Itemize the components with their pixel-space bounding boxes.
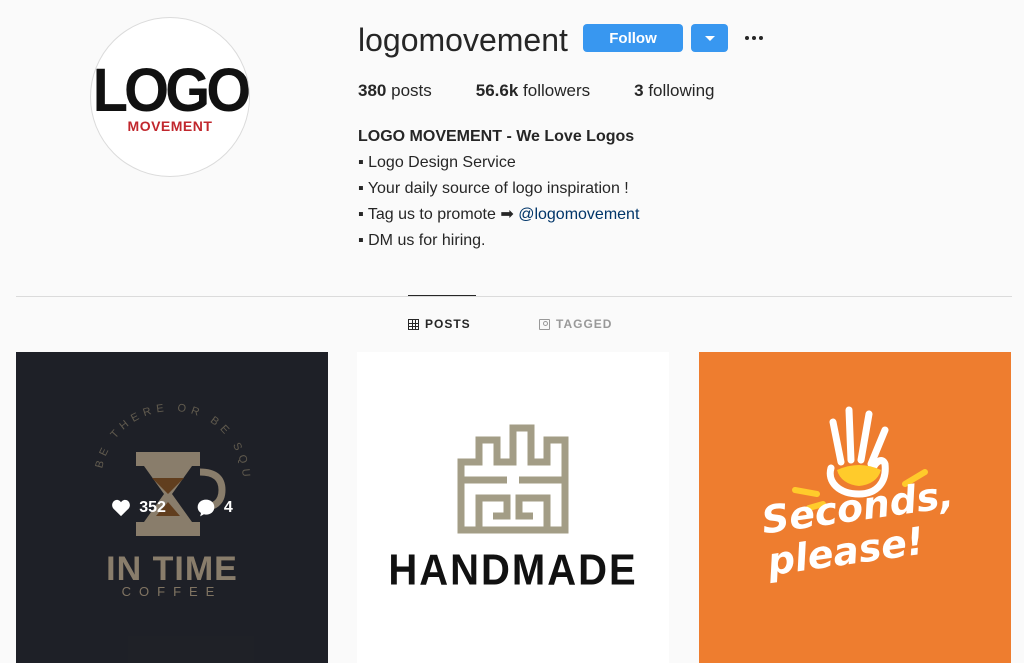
comments-count-group: 4 <box>196 498 233 518</box>
profile-stats: 380 posts 56.6k followers 3 following <box>358 81 758 101</box>
profile-username: logomovement <box>358 22 568 58</box>
bio-line: ▪ Tag us to promote ➡ @logomovement <box>358 202 639 228</box>
avatar-logo-bottom: MOVEMENT <box>127 118 213 134</box>
posts-label: posts <box>391 81 432 100</box>
tabs-divider <box>16 296 1012 297</box>
more-options-icon[interactable] <box>742 26 766 50</box>
bio-mention-link[interactable]: @logomovement <box>518 206 639 223</box>
following-label: following <box>648 81 715 100</box>
likes-count: 352 <box>139 499 166 516</box>
tab-posts[interactable]: POSTS <box>408 314 471 334</box>
bio-line: ▪ DM us for hiring. <box>358 232 486 249</box>
profile-avatar[interactable]: LOGO MOVEMENT <box>90 17 250 177</box>
profile-bio: LOGO MOVEMENT - We Love Logos ▪ Logo Des… <box>358 124 639 254</box>
suggested-dropdown-button[interactable] <box>691 24 728 52</box>
grid-icon <box>408 318 419 330</box>
active-tab-indicator <box>408 295 476 296</box>
post-image-handmade <box>457 424 569 534</box>
followers-count: 56.6k <box>475 81 519 100</box>
likes-count-group: 352 <box>111 498 166 518</box>
chevron-down-icon <box>705 36 715 41</box>
followers-label: followers <box>523 81 591 100</box>
bio-name: LOGO MOVEMENT - We Love Logos <box>358 128 635 145</box>
followers-stat[interactable]: 56.6k followers <box>476 81 590 101</box>
comments-count: 4 <box>223 499 233 516</box>
tag-icon <box>539 318 550 330</box>
tab-tagged[interactable]: TAGGED <box>539 314 612 334</box>
heart-icon <box>112 499 131 517</box>
avatar-logo-top: LOGO <box>92 56 249 125</box>
post-thumbnail[interactable]: HANDMADE <box>357 352 669 663</box>
post-thumbnail[interactable]: BE THERE OR BE SQUARE IN TIME COFFEE 352… <box>16 352 328 663</box>
bio-line: ▪ Logo Design Service <box>358 154 516 171</box>
comment-icon <box>197 499 215 517</box>
post-stats: 352 4 <box>16 498 328 518</box>
post-thumbnail[interactable]: Seconds, please! <box>699 352 1011 663</box>
following-stat[interactable]: 3 following <box>634 81 714 101</box>
bio-line-text: ▪ Tag us to promote ➡ <box>358 206 519 223</box>
tab-posts-label: POSTS <box>425 317 471 331</box>
posts-stat: 380 posts <box>358 81 432 101</box>
handmade-logo-text: HANDMADE <box>388 545 638 595</box>
follow-button[interactable]: Follow <box>583 24 683 52</box>
posts-count: 380 <box>358 81 387 100</box>
bio-line: ▪ Your daily source of logo inspiration … <box>358 180 629 197</box>
tab-tagged-label: TAGGED <box>556 317 613 331</box>
following-count: 3 <box>634 81 644 100</box>
